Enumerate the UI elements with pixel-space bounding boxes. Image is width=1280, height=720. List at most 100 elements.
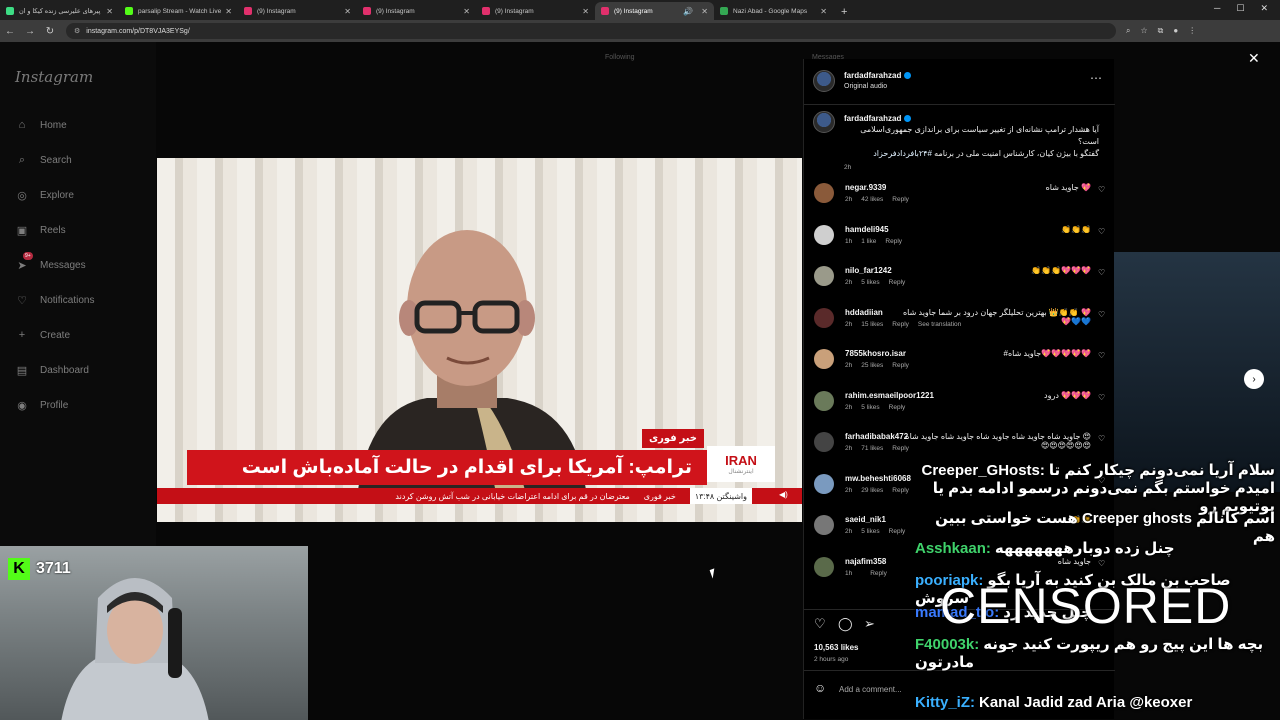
new-tab-icon[interactable]: +	[841, 6, 847, 18]
forward-icon[interactable]: →	[20, 26, 40, 37]
browser-tab-active[interactable]: (9) Instagram 🔊 ✕	[595, 2, 714, 20]
close-tab-icon[interactable]: ✕	[225, 7, 232, 16]
share-icon[interactable]: ➢	[864, 616, 875, 632]
comment-like-icon[interactable]: ♡	[1098, 434, 1105, 443]
close-tab-icon[interactable]: ✕	[106, 7, 113, 16]
author-avatar[interactable]	[813, 70, 835, 92]
back-icon[interactable]: ←	[0, 26, 20, 37]
close-tab-icon[interactable]: ✕	[344, 7, 351, 16]
comment-icon[interactable]: ◯	[838, 616, 853, 632]
close-tab-icon[interactable]: ✕	[701, 7, 708, 16]
browser-tab[interactable]: اسل پیرهای علیرسی زنده کیکا و ان✕	[0, 2, 119, 20]
address-bar[interactable]: ⚙ instagram.com/p/DT8VJA3EYSg/	[66, 23, 1116, 39]
profile-icon[interactable]: ●	[1173, 26, 1178, 36]
comment-like-icon[interactable]: ♡	[1098, 268, 1105, 277]
browser-tab[interactable]: (9) Instagram ✕	[238, 2, 357, 20]
caption-avatar[interactable]	[813, 111, 835, 133]
commenter-username[interactable]: nilo_far1242	[845, 266, 892, 275]
bookmark-star-icon[interactable]: ☆	[1140, 26, 1147, 36]
commenter-avatar[interactable]	[814, 556, 834, 577]
close-tab-icon[interactable]: ✕	[582, 7, 589, 16]
comment-likes[interactable]: 29 likes	[861, 487, 883, 494]
caption-username[interactable]: fardadfarahzad	[844, 114, 912, 123]
comment-like-icon[interactable]: ♡	[1098, 185, 1105, 194]
see-translation-link[interactable]: See translation	[918, 321, 961, 328]
likes-count[interactable]: 10,563 likes	[814, 643, 858, 652]
comment-likes[interactable]: 15 likes	[861, 321, 883, 328]
site-info-icon[interactable]: ⚙	[74, 27, 80, 35]
mute-icon[interactable]: ◀)	[779, 490, 788, 499]
commenter-username[interactable]: hddadiian	[845, 308, 883, 317]
sidebar-item-dashboard[interactable]: ▤ Dashboard	[15, 363, 89, 377]
maximize-icon[interactable]: ☐	[1236, 3, 1244, 14]
next-post-icon[interactable]: ›	[1244, 369, 1264, 389]
add-comment-input[interactable]: Add a comment...	[839, 685, 902, 694]
commenter-avatar[interactable]	[814, 224, 834, 245]
sidebar-item-explore[interactable]: ◎ Explore	[15, 188, 74, 202]
like-heart-icon[interactable]: ♡	[814, 616, 826, 632]
comment-like-icon[interactable]: ♡	[1098, 351, 1105, 360]
comment-likes[interactable]: 42 likes	[861, 196, 883, 203]
commenter-username[interactable]: 7855khosro.isar	[845, 349, 906, 358]
comment-likes[interactable]: 1 like	[861, 238, 876, 245]
sidebar-item-notifications[interactable]: ♡ Notifications	[15, 293, 94, 307]
browser-tab[interactable]: (9) Instagram ✕	[476, 2, 595, 20]
sidebar-item-messages[interactable]: ➤ 9+ Messages	[15, 252, 86, 272]
comment-likes[interactable]: 5 likes	[861, 528, 879, 535]
commenter-username[interactable]: negar.9339	[845, 183, 886, 192]
more-options-icon[interactable]: ⋯	[1090, 71, 1102, 85]
caption-hashtag[interactable]: #۲۴بافرداد‌فرحزاد	[873, 149, 932, 158]
menu-icon[interactable]: ⋮	[1188, 26, 1196, 36]
commenter-avatar[interactable]	[814, 515, 834, 535]
comment-likes[interactable]: 5 likes	[861, 404, 879, 411]
close-post-icon[interactable]: ✕	[1248, 50, 1260, 67]
commenter-username[interactable]: saeid_nik1	[845, 515, 886, 524]
commenter-avatar[interactable]	[814, 266, 834, 286]
emoji-icon[interactable]: ☺	[814, 681, 826, 695]
sidebar-item-home[interactable]: ⌂ Home	[15, 118, 67, 132]
sidebar-item-reels[interactable]: ▣ Reels	[15, 223, 66, 237]
comment-like-icon[interactable]: ♡	[1098, 310, 1105, 319]
reply-button[interactable]: Reply	[889, 528, 906, 535]
commenter-avatar[interactable]	[814, 390, 834, 411]
instagram-logo[interactable]: Instagram	[15, 68, 93, 86]
zoom-icon[interactable]: ⌕	[1126, 26, 1130, 36]
commenter-username[interactable]: mw.beheshti6068	[845, 474, 911, 483]
commenter-avatar[interactable]	[814, 349, 834, 369]
close-tab-icon[interactable]: ✕	[463, 7, 470, 16]
reply-button[interactable]: Reply	[892, 196, 909, 203]
commenter-username[interactable]: farhadibabak472	[845, 432, 908, 441]
reply-button[interactable]: Reply	[892, 362, 909, 369]
commenter-avatar[interactable]	[814, 473, 834, 494]
commenter-avatar[interactable]	[814, 307, 834, 328]
sidebar-item-create[interactable]: + Create	[15, 328, 70, 342]
reply-button[interactable]: Reply	[870, 570, 887, 577]
comment-like-icon[interactable]: ♡	[1098, 393, 1105, 402]
commenter-username[interactable]: najafim358	[845, 557, 886, 566]
commenter-avatar[interactable]	[814, 432, 834, 452]
comment-likes[interactable]: 71 likes	[861, 445, 883, 452]
commenter-avatar[interactable]	[814, 183, 834, 203]
browser-tab[interactable]: parsalip Stream - Watch Live o ✕	[119, 2, 238, 20]
sidebar-item-profile[interactable]: ◉ Profile	[15, 398, 68, 412]
browser-tab[interactable]: Nazi Abad - Google Maps ✕	[714, 2, 833, 20]
commenter-username[interactable]: hamdeli945	[845, 225, 889, 234]
reply-button[interactable]: Reply	[889, 279, 906, 286]
minimize-icon[interactable]: ─	[1214, 3, 1220, 14]
reload-icon[interactable]: ↻	[40, 26, 60, 37]
comment-likes[interactable]: 25 likes	[861, 362, 883, 369]
comment-likes[interactable]: 5 likes	[861, 279, 879, 286]
reply-button[interactable]: Reply	[892, 445, 909, 452]
reply-button[interactable]: Reply	[892, 487, 909, 494]
reply-button[interactable]: Reply	[892, 321, 909, 328]
close-tab-icon[interactable]: ✕	[820, 7, 827, 16]
audio-label[interactable]: Original audio	[844, 83, 887, 90]
sidebar-item-search[interactable]: ⌕ Search	[15, 153, 72, 167]
extensions-icon[interactable]: ⧉	[1158, 26, 1164, 36]
reply-button[interactable]: Reply	[889, 404, 906, 411]
browser-tab[interactable]: (9) Instagram ✕	[357, 2, 476, 20]
author-username[interactable]: fardadfarahzad	[844, 71, 912, 80]
post-video[interactable]: ترامپ: آمریکا برای اقدام در حالت آماده‌ب…	[157, 158, 802, 522]
speaker-icon[interactable]: 🔊	[683, 7, 693, 16]
comment-like-icon[interactable]: ♡	[1098, 227, 1105, 236]
